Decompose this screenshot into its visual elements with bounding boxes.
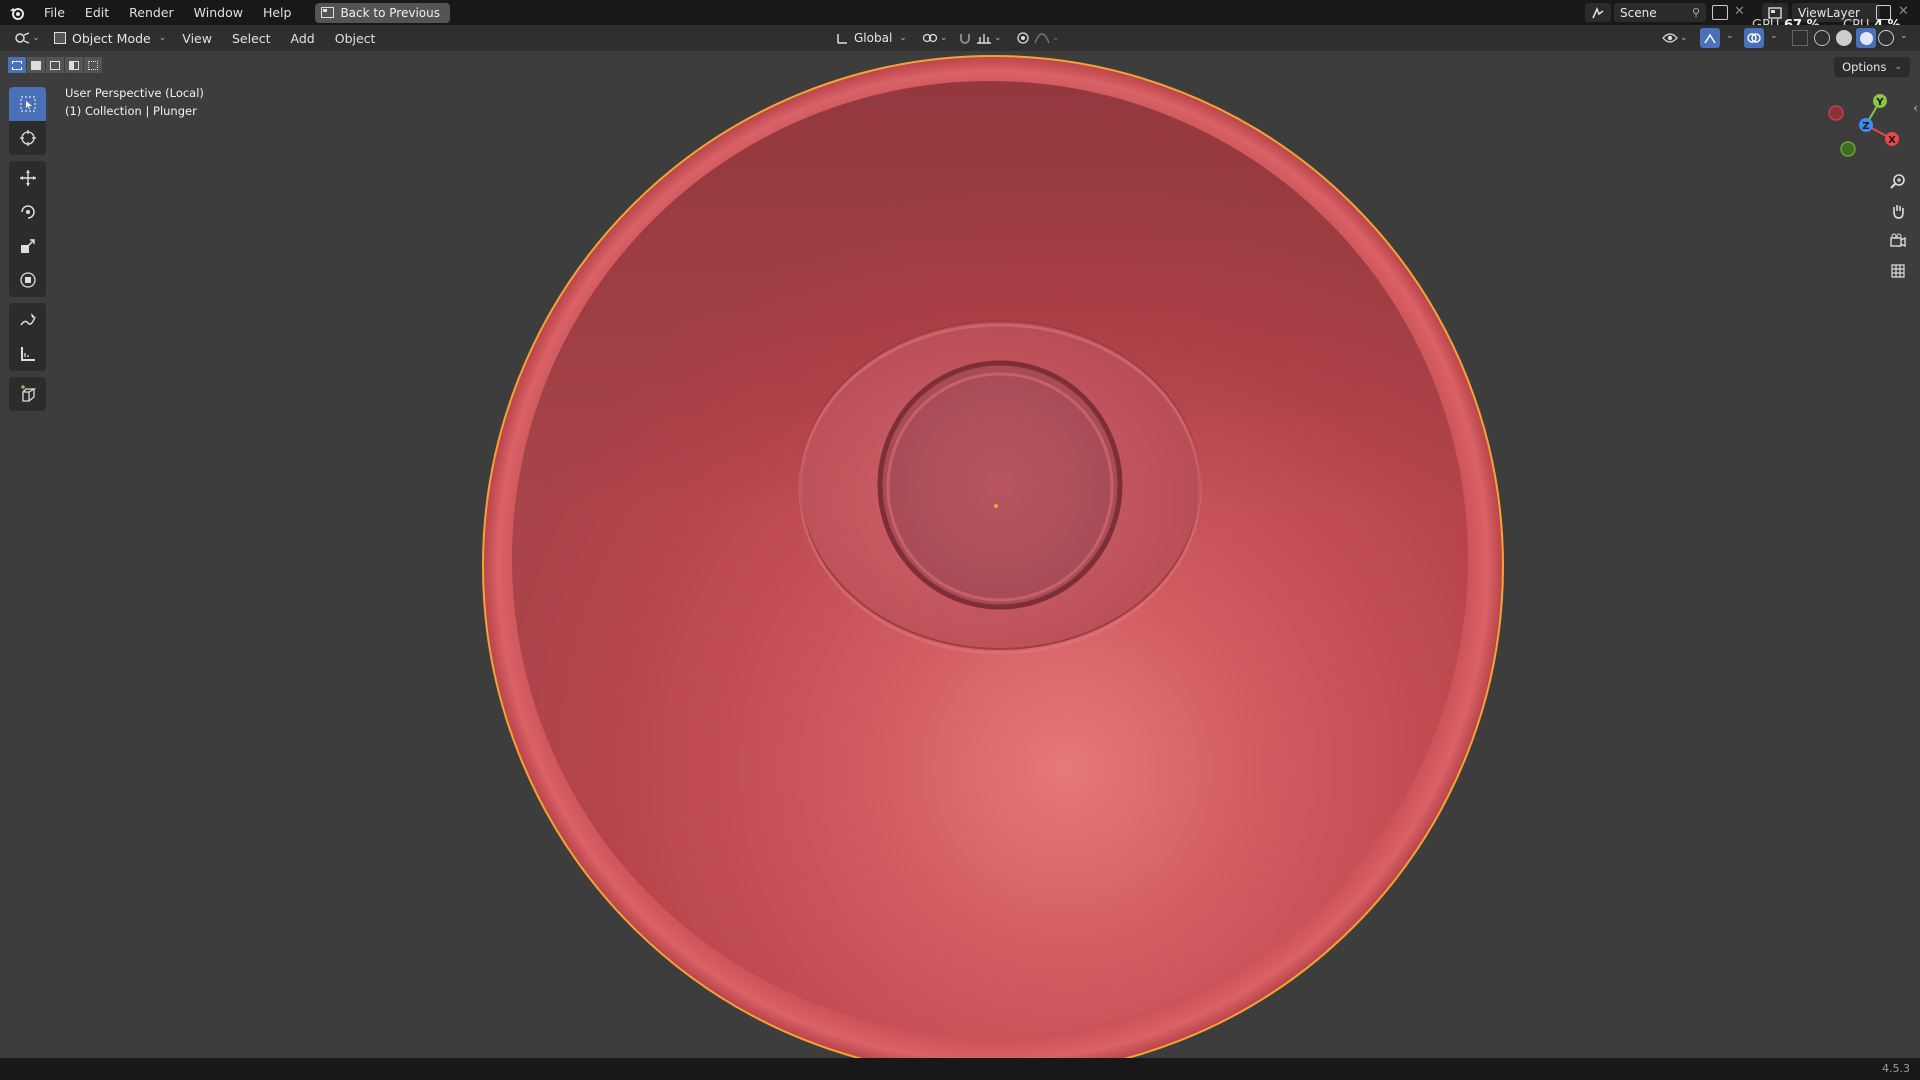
scene-type-icon[interactable] bbox=[1585, 3, 1611, 22]
pin-icon[interactable]: ⚲ bbox=[1692, 6, 1700, 19]
navigation-gizmo[interactable]: Y X Z bbox=[1820, 87, 1910, 177]
object-mode-icon bbox=[54, 32, 66, 44]
material-shading-icon[interactable] bbox=[1856, 28, 1876, 48]
annotate-tool-icon[interactable] bbox=[9, 303, 46, 337]
collection-info-label: (1) Collection | Plunger bbox=[65, 104, 197, 118]
3d-viewport[interactable]: User Perspective (Local) (1) Collection … bbox=[0, 51, 1920, 1058]
header-menu-add[interactable]: Add bbox=[281, 31, 325, 46]
wireframe-shading-icon[interactable] bbox=[1814, 30, 1830, 46]
options-label: Options bbox=[1842, 60, 1887, 74]
view-name-label: User Perspective (Local) bbox=[65, 86, 204, 100]
orientation-label: Global bbox=[854, 31, 893, 45]
menu-file[interactable]: File bbox=[34, 0, 75, 25]
select-new-icon[interactable] bbox=[8, 57, 26, 73]
version-label: 4.5.3 bbox=[1882, 1062, 1910, 1075]
gizmo-x-label: X bbox=[1888, 135, 1896, 146]
gizmo-neg-y-icon[interactable] bbox=[1840, 141, 1856, 157]
object-origin-point bbox=[994, 504, 998, 508]
top-menu-bar: File Edit Render Window Help Back to Pre… bbox=[0, 0, 1920, 33]
viewport-header: ⌄ Object Mode ⌄ View Select Add Object G… bbox=[0, 25, 1920, 51]
header-menu-view[interactable]: View bbox=[172, 31, 222, 46]
menu-render[interactable]: Render bbox=[119, 0, 184, 25]
screen-back-icon bbox=[321, 7, 335, 18]
move-tool-icon[interactable] bbox=[9, 161, 46, 195]
gizmo-chevron-icon[interactable]: ⌄ bbox=[1726, 31, 1734, 41]
scene-name: Scene bbox=[1620, 5, 1657, 20]
left-toolbar bbox=[9, 87, 46, 417]
scene-selector[interactable]: Scene ⚲ bbox=[1614, 3, 1706, 22]
gizmo-y-label: Y bbox=[1875, 97, 1884, 108]
editor-type-icon[interactable]: ⌄ bbox=[12, 28, 42, 48]
blender-logo-icon[interactable] bbox=[0, 0, 34, 25]
menu-window[interactable]: Window bbox=[184, 0, 253, 25]
add-cube-tool-icon[interactable] bbox=[9, 377, 46, 411]
delete-scene-icon[interactable]: ✕ bbox=[1734, 4, 1745, 19]
header-menu-object[interactable]: Object bbox=[325, 31, 386, 46]
chevron-down-icon: ⌄ bbox=[899, 33, 907, 43]
select-intersect-icon[interactable] bbox=[84, 57, 102, 73]
sidebar-toggle-icon[interactable]: ‹ bbox=[1913, 101, 1918, 115]
delete-view-layer-icon[interactable]: ✕ bbox=[1898, 4, 1909, 19]
back-to-previous-button[interactable]: Back to Previous bbox=[315, 2, 450, 23]
overlays-toggle-icon[interactable] bbox=[1744, 28, 1764, 48]
xray-toggle-icon[interactable] bbox=[1792, 30, 1808, 46]
shading-chevron-icon[interactable]: ⌄ bbox=[1900, 31, 1908, 41]
transform-tool-icon[interactable] bbox=[9, 263, 46, 297]
chevron-down-icon: ⌄ bbox=[1894, 62, 1902, 72]
orientation-axes-icon bbox=[837, 33, 847, 44]
transform-orientation-dropdown[interactable]: Global ⌄ bbox=[836, 28, 907, 48]
gizmo-z-label: Z bbox=[1862, 121, 1869, 132]
new-scene-icon[interactable] bbox=[1712, 5, 1728, 20]
rotate-tool-icon[interactable] bbox=[9, 195, 46, 229]
snap-target-icon[interactable]: ⌄ bbox=[976, 29, 1006, 47]
pan-hand-icon[interactable] bbox=[1886, 199, 1910, 223]
perspective-toggle-icon[interactable] bbox=[1886, 259, 1910, 283]
select-invert-icon[interactable] bbox=[65, 57, 83, 73]
solid-shading-icon[interactable] bbox=[1836, 30, 1852, 46]
proportional-editing-icon[interactable] bbox=[1014, 29, 1032, 47]
scale-tool-icon[interactable] bbox=[9, 229, 46, 263]
object-mode-dropdown[interactable]: Object Mode ⌄ bbox=[48, 28, 172, 48]
measure-tool-icon[interactable] bbox=[9, 337, 46, 371]
select-extend-icon[interactable] bbox=[27, 57, 45, 73]
cursor-tool-icon[interactable] bbox=[9, 121, 46, 155]
menu-help[interactable]: Help bbox=[253, 0, 302, 25]
status-bar: 4.5.3 bbox=[0, 1058, 1920, 1080]
gizmo-toggle-icon[interactable] bbox=[1700, 28, 1720, 48]
pivot-point-icon[interactable]: ⌄ bbox=[922, 29, 950, 47]
plunger-object[interactable] bbox=[0, 51, 1920, 1058]
camera-view-icon[interactable] bbox=[1886, 229, 1910, 253]
select-box-tool-icon[interactable] bbox=[9, 87, 46, 121]
header-menu-select[interactable]: Select bbox=[222, 31, 281, 46]
plunger-inner-cup[interactable] bbox=[877, 360, 1123, 610]
chevron-down-icon: ⌄ bbox=[32, 33, 40, 43]
zoom-icon[interactable] bbox=[1886, 169, 1910, 193]
overlays-chevron-icon[interactable]: ⌄ bbox=[1770, 31, 1778, 41]
rendered-shading-icon[interactable] bbox=[1878, 30, 1894, 46]
options-dropdown[interactable]: Options ⌄ bbox=[1834, 57, 1910, 77]
selection-mode-group bbox=[8, 57, 102, 73]
select-subtract-icon[interactable] bbox=[46, 57, 64, 73]
back-button-label: Back to Previous bbox=[340, 5, 440, 20]
gizmo-neg-x-icon[interactable] bbox=[1828, 105, 1844, 121]
snap-toggle-icon[interactable] bbox=[956, 29, 974, 47]
menu-edit[interactable]: Edit bbox=[75, 0, 119, 25]
visibility-icon[interactable]: ⌄ bbox=[1662, 29, 1692, 47]
falloff-curve-icon[interactable]: ⌄ bbox=[1034, 29, 1064, 47]
object-mode-label: Object Mode bbox=[72, 30, 151, 46]
chevron-down-icon: ⌄ bbox=[158, 33, 167, 43]
